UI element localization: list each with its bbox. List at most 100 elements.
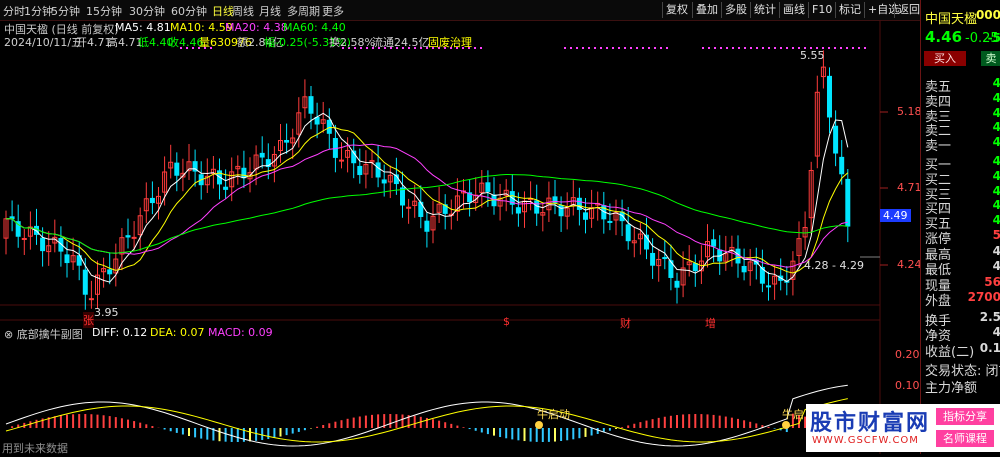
event-marker-3[interactable]: 财 [620,315,631,331]
order-book-val-5: 4 [992,154,1000,168]
toolbar-button-1[interactable]: 叠加 [692,2,721,18]
order-book-val-7: 4 [992,183,1000,198]
toolbar: 分时 1分钟 5分钟 15分钟 30分钟 60分钟 日线 周线 月线 多周期 更多 复权 叠加 多股 统计… [0,0,920,21]
chart-svg [0,20,888,454]
toolbar-button-5[interactable]: F10 [808,2,835,18]
timeframe-tab-4[interactable]: 30分钟 [129,3,165,19]
signal-dot [582,47,584,49]
candle-body [833,125,839,154]
candle-body [125,235,131,238]
order-book-val-1: 4 [992,90,1000,105]
signal-dot [738,47,740,49]
timeframe-tab-7[interactable]: 周线 [232,3,254,19]
candle-body [308,96,314,114]
main-flow: 主力净额 [925,381,978,396]
candle-body [314,116,320,125]
sell-button[interactable]: 卖 [981,51,1000,66]
signal-label-2: 牛启 [782,408,804,421]
signal-dot [780,47,782,49]
candle-body [88,298,94,301]
timeframe-tab-5[interactable]: 60分钟 [171,3,207,19]
logo-title: 股市财富网 [810,411,931,436]
timeframe-tab-6[interactable]: 日线 [212,3,234,19]
info-item-9: 流通24.5亿 [372,36,430,49]
stock-price: 4.46 [925,28,963,46]
signal-dot [858,47,860,49]
timeframe-tab-0[interactable]: 分时 [3,3,25,19]
logo-tag-share: 指标分享 [936,408,994,425]
toolbar-button-2[interactable]: 多股 [721,2,750,18]
timeframe-tab-2[interactable]: 5分钟 [51,3,80,19]
candle-body [845,178,851,227]
stock-name: 中国天楹 [925,12,978,27]
candle-body [400,187,405,206]
candle-body [741,265,747,273]
ma-label-3: MA60: 4.40 [283,21,346,34]
event-marker-4[interactable]: 增 [705,315,716,331]
stat-val-5: 2.5 [979,309,1000,324]
candle-body [107,269,113,275]
toolbar-button-6[interactable]: 标记 [835,2,864,18]
indicator-name-text: 底部擒牛副图 [16,328,83,341]
signal-dot [828,47,830,49]
candle-body [674,280,680,288]
signal-label-1: 牛启动 [537,408,570,421]
price-axis-3: 4.24 [897,258,922,271]
signal-dot [732,47,734,49]
signal-dot [624,47,626,49]
indicator-item-2: MACD: 0.09 [208,326,273,339]
toolbar-button-4[interactable]: 画线 [779,2,808,18]
stock-code: 000 [975,8,1000,22]
candle-body [284,140,290,143]
timeframe-tab-1[interactable]: 1分钟 [24,3,53,19]
candle-body [625,224,631,242]
timeframe-tab-8[interactable]: 月线 [259,3,281,19]
signal-dot [750,47,752,49]
signal-dot [768,47,770,49]
buy-button[interactable]: 买入 [924,51,966,66]
signal-dot [600,47,602,49]
candle-body [583,212,588,220]
candle-body [406,206,412,209]
order-book-val-2: 4 [992,105,1000,120]
candle-body [839,156,845,175]
ma-label-1: MA10: 4.59 [170,21,233,34]
signal-dot [840,47,842,49]
signal-dot [612,47,614,49]
event-marker-2[interactable]: $ [503,315,510,328]
kline-chart[interactable]: 中国天楹 (日线 前复权) MA5: 4.81 MA10: 4.59 MA20: 4… [0,20,922,455]
signal-dot [636,47,638,49]
signal-dot [864,47,866,49]
signal-dot [474,47,476,49]
low-label: 3.95 [94,306,119,319]
candle-body [326,119,332,134]
signal-dot [480,47,482,49]
toolbar-button-8[interactable]: 返回 [894,2,923,18]
timeframe-tab-3[interactable]: 15分钟 [86,3,122,19]
signal-dot [792,47,794,49]
order-book-val-4: 4 [992,135,1000,150]
signal-dot [726,47,728,49]
timeframe-tab-10[interactable]: 更多 [322,3,344,19]
signal-dot [594,47,596,49]
stat-val-3: 56 [984,274,1000,289]
signal-dot [660,47,662,49]
range-label: 4.28 - 4.29 [804,259,864,272]
signal-icon [782,421,790,429]
candle-body [375,162,381,178]
order-book-val-3: 4 [992,120,1000,135]
toolbar-button-3[interactable]: 统计 [750,2,779,18]
candle-body [131,236,137,239]
signal-dot [834,47,836,49]
timeframe-tab-9[interactable]: 多周期 [287,3,320,19]
candle-body [64,254,70,264]
order-book-val-6: 4 [992,168,1000,183]
signal-dot [570,47,572,49]
stat-val-4: 2700 [967,290,1000,304]
toolbar-button-0[interactable]: 复权 [662,2,691,18]
signal-dot [720,47,722,49]
order-book-val-8: 4 [992,198,1000,213]
quote-panel: 中国天楹 000 4.46 -0.25 -5 买入 卖 卖五 4 卖四 4 卖三 4 卖二 4… [920,0,1000,454]
signal-dot [588,47,590,49]
signal-dot [648,47,650,49]
